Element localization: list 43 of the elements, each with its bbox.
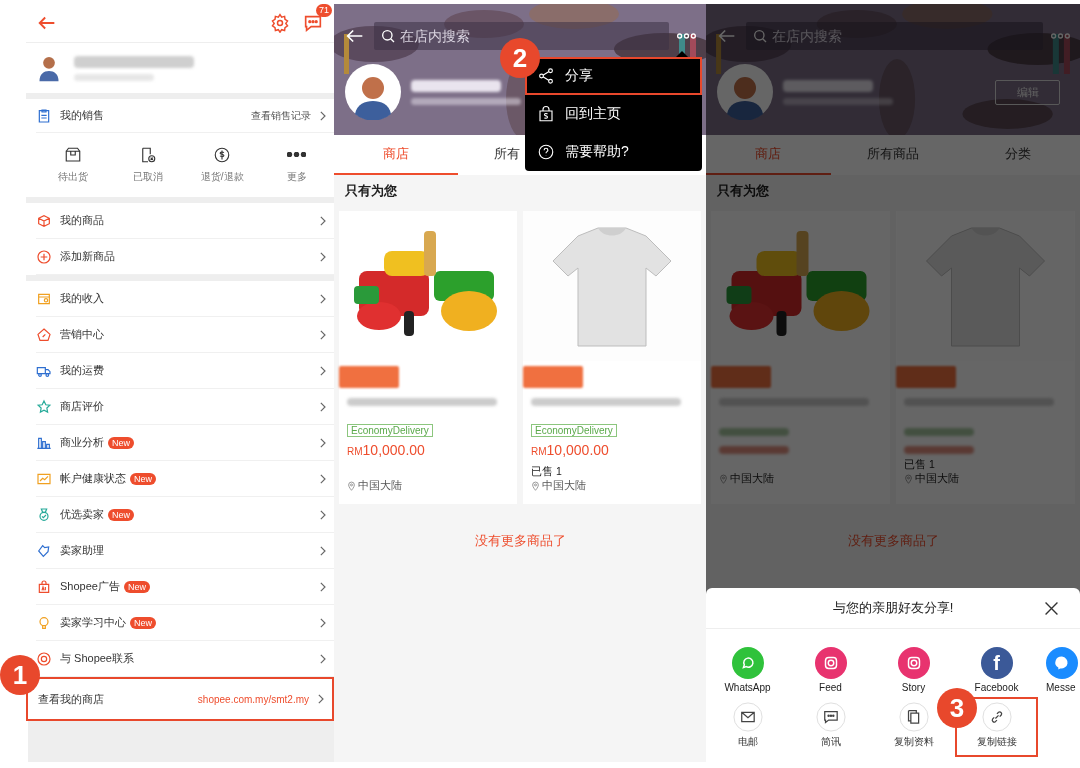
row-label: 卖家助理: [60, 543, 104, 558]
new-badge: New: [130, 616, 156, 629]
end-of-list-note: 没有更多商品了: [846, 532, 940, 550]
notification-badge: 71: [316, 4, 332, 17]
app-label: Facebook: [974, 682, 1019, 693]
row-label: 营销中心: [60, 327, 104, 342]
end-of-list-note: 没有更多商品了: [473, 532, 567, 550]
product-location: 中国大陆: [915, 472, 959, 486]
row-label: 查看我的商店: [38, 691, 104, 707]
row-label: 我的运费: [60, 363, 104, 378]
shop-url: shopee.com.my/smt2.my: [197, 693, 309, 705]
product-price: RM10,000.00: [347, 441, 425, 460]
sales-title: 我的销售: [60, 108, 104, 123]
delivery-tag: EconomyDelivery: [347, 424, 433, 437]
row-label: 我的收入: [60, 291, 104, 306]
row-label: 我的商品: [60, 213, 104, 228]
row-label: 帐户健康状态: [60, 471, 126, 486]
delivery-tag: EconomyDelivery: [531, 424, 617, 437]
row-label: 与 Shopee联系: [60, 651, 134, 666]
section-title: 只有为您: [344, 182, 398, 200]
app-label: Story: [901, 682, 926, 693]
new-badge: New: [123, 580, 150, 593]
app-label: WhatsApp: [724, 682, 771, 693]
row-label: 添加新商品: [60, 249, 115, 264]
sold-count: 已售 1: [531, 465, 562, 477]
app-label: Messe: [1046, 682, 1076, 693]
row-label: 商业分析: [60, 435, 104, 450]
product-location: 中国大陆: [730, 472, 774, 486]
row-label: 卖家学习中心: [60, 615, 126, 630]
new-badge: New: [130, 472, 156, 485]
product-price: RM10,000.00: [531, 441, 609, 460]
row-label: Shopee广告: [60, 579, 120, 594]
new-badge: New: [108, 508, 134, 521]
row-label: 商店评价: [60, 399, 104, 414]
app-label: Feed: [819, 682, 842, 693]
row-label: 优选卖家: [60, 507, 104, 522]
step-badge: 1: [0, 655, 40, 695]
product-location: 中国大陆: [358, 479, 402, 493]
section-title: 只有为您: [716, 182, 770, 200]
sold-count: 已售 1: [904, 458, 935, 470]
sheet-title: 与您的亲朋好友分享!: [832, 599, 954, 617]
product-location: 中国大陆: [542, 479, 586, 493]
new-badge: New: [108, 436, 134, 449]
